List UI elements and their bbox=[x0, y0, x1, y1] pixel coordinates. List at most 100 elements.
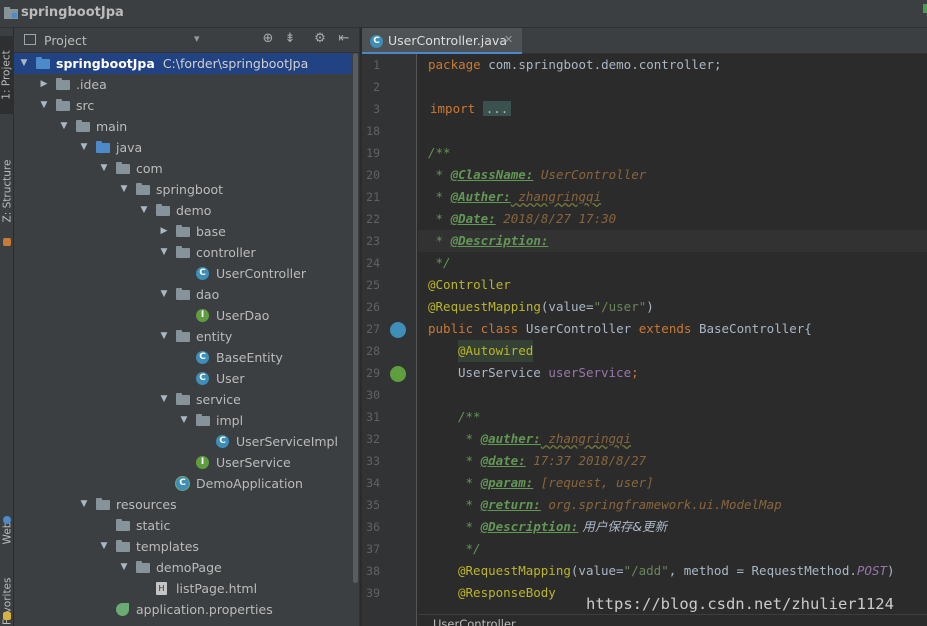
tree-item-userdao[interactable]: I UserDao bbox=[14, 305, 352, 326]
chevron-down-icon[interactable]: ▼ bbox=[38, 95, 50, 116]
status-indicator bbox=[923, 4, 927, 13]
chevron-right-icon[interactable]: ▶ bbox=[158, 221, 170, 242]
tree-item-application-properties[interactable]: application.properties bbox=[14, 599, 352, 620]
chevron-down-icon[interactable]: ▼ bbox=[98, 158, 110, 179]
tool-tab-web-label: Web bbox=[1, 521, 13, 545]
tree-item-demoapplication[interactable]: C DemoApplication bbox=[14, 473, 352, 494]
chevron-down-icon[interactable]: ▼ bbox=[158, 284, 170, 305]
tree-item-label: controller bbox=[196, 245, 256, 260]
tool-tab-project[interactable]: 1: Project bbox=[0, 36, 14, 114]
line-number: 18 bbox=[366, 124, 380, 138]
chevron-down-icon[interactable]: ▼ bbox=[158, 242, 170, 263]
tree-item-demo[interactable]: ▼ demo bbox=[14, 200, 352, 221]
chevron-down-icon[interactable]: ▼ bbox=[158, 389, 170, 410]
code-line-26: @RequestMapping(value="/user") bbox=[428, 299, 654, 314]
hide-panel-icon[interactable]: ⇤ bbox=[336, 31, 352, 46]
chevron-down-icon[interactable]: ▼ bbox=[18, 53, 30, 74]
code-line-37: */ bbox=[458, 541, 481, 556]
tree-item-main[interactable]: ▼ main bbox=[14, 116, 352, 137]
code-line-33: * @date: 17:37 2018/8/27 bbox=[458, 453, 647, 468]
tree-item-label: UserServiceImpl bbox=[236, 434, 338, 449]
chevron-down-icon[interactable]: ▼ bbox=[178, 410, 190, 431]
tree-item-dao[interactable]: ▼ dao bbox=[14, 284, 352, 305]
tree-item-label: demoPage bbox=[156, 560, 222, 575]
folder-icon bbox=[56, 99, 70, 111]
code-line-22: * @Date: 2018/8/27 17:30 bbox=[428, 211, 617, 226]
chevron-down-icon[interactable]: ▼ bbox=[98, 536, 110, 557]
line-number: 32 bbox=[366, 432, 380, 446]
line-number: 35 bbox=[366, 498, 380, 512]
chevron-down-icon[interactable]: ▼ bbox=[118, 179, 130, 200]
package-icon bbox=[156, 204, 170, 216]
tree-item-label: service bbox=[196, 392, 241, 407]
tree-item-springbootjpa[interactable]: ▼ springbootJpa C:\forder\springbootJpa bbox=[14, 53, 352, 74]
scroll-from-source-icon[interactable]: ⊕ bbox=[260, 31, 276, 46]
chevron-right-icon[interactable]: ▶ bbox=[38, 74, 50, 95]
view-dropdown-icon[interactable]: ▾ bbox=[194, 32, 200, 45]
overriding-class-icon[interactable] bbox=[390, 322, 406, 338]
chevron-down-icon[interactable]: ▼ bbox=[78, 137, 90, 158]
tree-item-base[interactable]: ▶ base bbox=[14, 221, 352, 242]
tree-item-label: UserService bbox=[216, 455, 291, 470]
tree-item-label: static bbox=[136, 518, 171, 533]
folder-icon bbox=[116, 540, 130, 552]
tree-item-userservice[interactable]: I UserService bbox=[14, 452, 352, 473]
breadcrumb-project-name[interactable]: springbootJpa bbox=[21, 5, 124, 20]
bean-navigation-icon[interactable] bbox=[390, 366, 406, 382]
tree-item-user[interactable]: C User bbox=[14, 368, 352, 389]
interface-icon: I bbox=[196, 456, 209, 469]
collapse-all-icon[interactable]: ⇟ bbox=[282, 31, 298, 46]
tree-item-resources[interactable]: ▼ resources bbox=[14, 494, 352, 515]
tree-item-templates[interactable]: ▼ templates bbox=[14, 536, 352, 557]
tree-item-impl[interactable]: ▼ impl bbox=[14, 410, 352, 431]
tree-item--idea[interactable]: ▶ .idea bbox=[14, 74, 352, 95]
project-panel: Project ▾ ⊕ ⇟ ⚙ ⇤ ▼ springbootJpa C:\forde… bbox=[14, 28, 359, 626]
tree-item-label: com bbox=[136, 161, 163, 176]
line-number: 20 bbox=[366, 168, 380, 182]
code-line-28: @Autowired bbox=[458, 340, 534, 362]
line-number: 38 bbox=[366, 564, 380, 578]
tree-item-springboot[interactable]: ▼ springboot bbox=[14, 179, 352, 200]
close-icon[interactable]: ✕ bbox=[504, 33, 513, 46]
line-number: 19 bbox=[366, 146, 380, 160]
code-line-27: public class UserController extends Base… bbox=[428, 321, 812, 336]
tree-item-service[interactable]: ▼ service bbox=[14, 389, 352, 410]
tree-item-label: UserDao bbox=[216, 308, 270, 323]
tree-item-controller[interactable]: ▼ controller bbox=[14, 242, 352, 263]
scrollbar-thumb[interactable] bbox=[353, 53, 358, 583]
tool-tab-structure[interactable]: Z: Structure bbox=[0, 146, 14, 236]
editor-breadcrumb[interactable]: UserController bbox=[433, 617, 516, 626]
tree-item-usercontroller[interactable]: C UserController bbox=[14, 263, 352, 284]
folder-icon bbox=[116, 519, 130, 531]
chevron-down-icon[interactable]: ▼ bbox=[138, 200, 150, 221]
tree-item-entity[interactable]: ▼ entity bbox=[14, 326, 352, 347]
tree-item-label: java bbox=[116, 140, 143, 155]
chevron-down-icon[interactable]: ▼ bbox=[118, 557, 130, 578]
chevron-down-icon[interactable]: ▼ bbox=[78, 494, 90, 515]
gear-icon[interactable]: ⚙ bbox=[312, 31, 328, 46]
editor-gutter: 1 2 3 18 19 20 21 22 23 24 25 26 27 28 29 30 31 32 33 34 35 3… bbox=[362, 54, 439, 626]
tree-item-java[interactable]: ▼ java bbox=[14, 137, 352, 158]
tree-item-userserviceimpl[interactable]: C UserServiceImpl bbox=[14, 431, 352, 452]
package-icon bbox=[176, 330, 190, 342]
chevron-down-icon[interactable]: ▼ bbox=[158, 326, 170, 347]
tree-item-baseentity[interactable]: C BaseEntity bbox=[14, 347, 352, 368]
tree-item-com[interactable]: ▼ com bbox=[14, 158, 352, 179]
package-icon bbox=[176, 393, 190, 405]
line-number: 33 bbox=[366, 454, 380, 468]
editor-tab-usercontroller[interactable]: C UserController.java ✕ bbox=[362, 28, 522, 54]
line-number: 28 bbox=[366, 344, 380, 358]
tree-item-static[interactable]: static bbox=[14, 515, 352, 536]
tree-item-src[interactable]: ▼ src bbox=[14, 95, 352, 116]
line-number: 21 bbox=[366, 190, 380, 204]
code-area[interactable]: package com.springboot.demo.controller; … bbox=[418, 54, 927, 626]
tree-item-demopage[interactable]: ▼ demoPage bbox=[14, 557, 352, 578]
project-tree: ▼ springbootJpa C:\forder\springbootJpa ▶ .i… bbox=[14, 53, 352, 626]
line-number: 27 bbox=[366, 322, 380, 336]
folded-imports[interactable]: ... bbox=[482, 101, 512, 116]
tree-item-listpage-html[interactable]: HlistPage.html bbox=[14, 578, 352, 599]
tree-item-label: templates bbox=[136, 539, 199, 554]
chevron-down-icon[interactable]: ▼ bbox=[58, 116, 70, 137]
project-panel-scrollbar[interactable] bbox=[352, 53, 359, 626]
project-view-label[interactable]: Project bbox=[44, 33, 87, 48]
